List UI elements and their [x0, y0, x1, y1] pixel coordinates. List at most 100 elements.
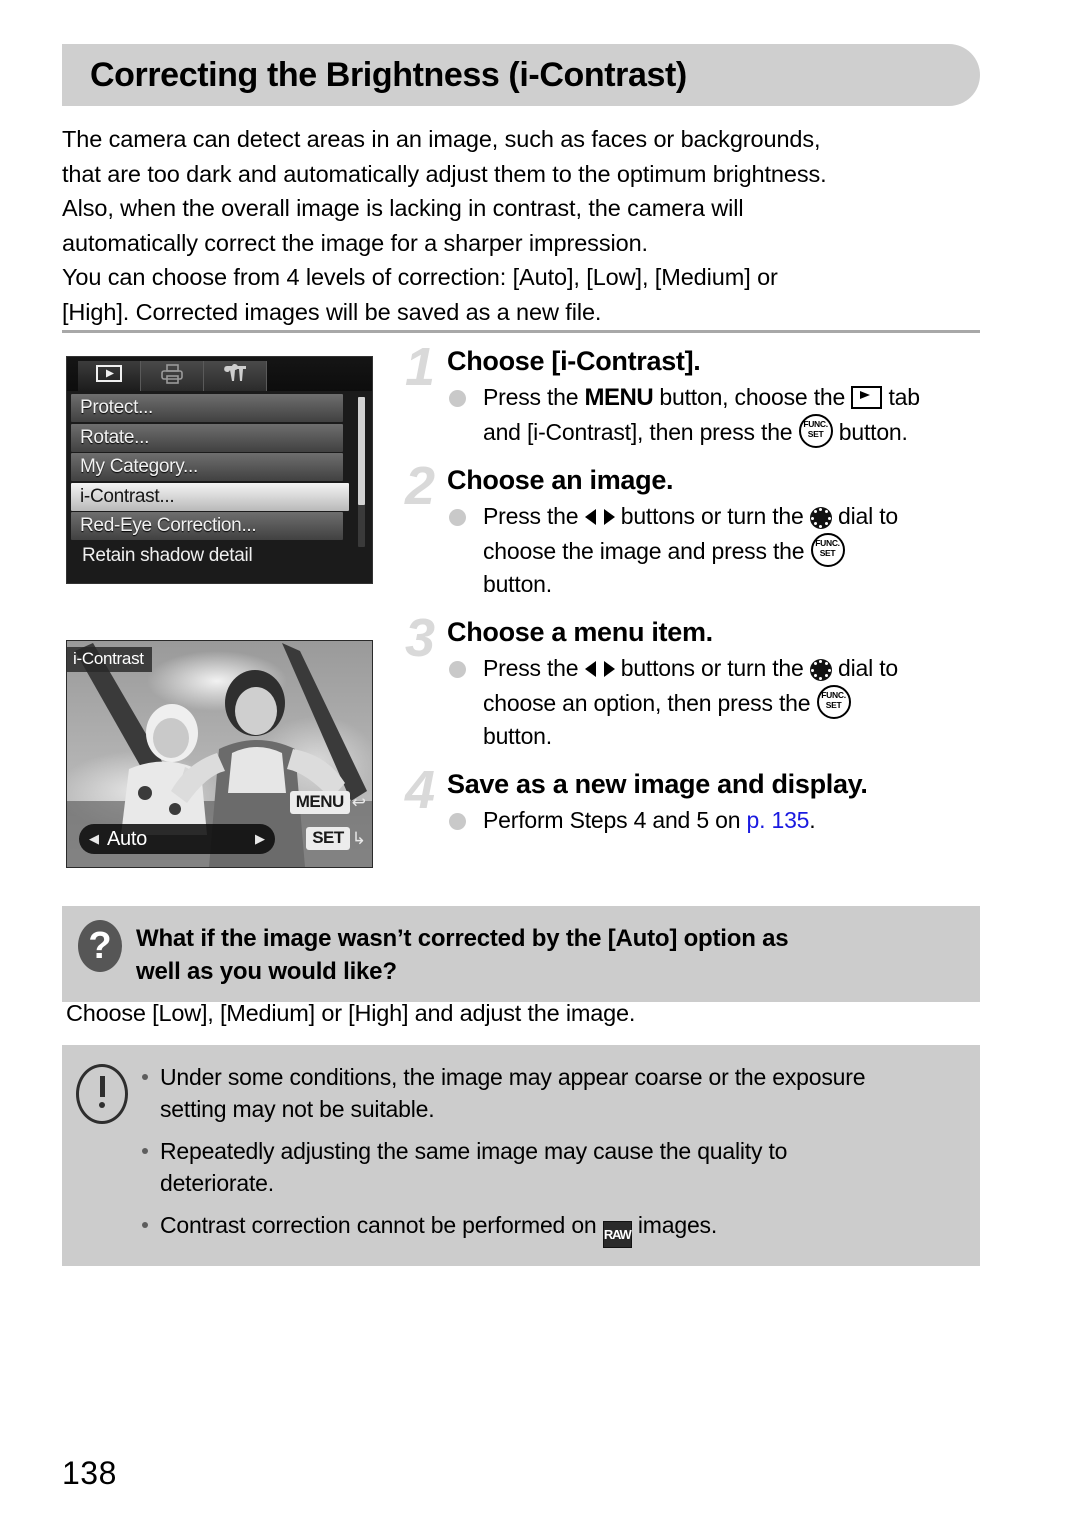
menu-item-label: Red-Eye Correction...	[80, 515, 257, 536]
caution-text-line-1: Repeatedly adjusting the same image may …	[160, 1138, 788, 1164]
caution-item: Under some conditions, the image may app…	[140, 1061, 962, 1125]
step-number: 3	[405, 608, 436, 668]
menu-scrollbar-thumb[interactable]	[358, 397, 365, 505]
printer-icon	[160, 363, 184, 389]
step-number: 2	[405, 456, 436, 516]
menu-key-label: MENU	[289, 791, 350, 814]
tip-title-line-1: What if the image wasn’t corrected by th…	[136, 925, 789, 952]
caution-text-line-2: images.	[631, 1212, 718, 1238]
left-right-buttons-icon	[584, 659, 615, 679]
menu-item-i-contrast[interactable]: i-Contrast...	[71, 482, 349, 511]
intro-line-3: Also, when the overall image is lacking …	[62, 195, 744, 221]
intro-line-4: automatically correct the image for a sh…	[62, 229, 648, 256]
intro-line-2: that are too dark and automatically adju…	[62, 160, 827, 187]
menu-item-rotate[interactable]: Rotate...	[71, 423, 343, 452]
bullet-dot-icon	[142, 1148, 148, 1154]
step-text-part: and [i-Contrast], then press the	[483, 419, 799, 445]
raw-format-icon: RAW	[602, 1221, 632, 1248]
func-set-button-icon: FUNC. SET	[798, 414, 833, 448]
page-reference-link[interactable]: p. 135	[747, 807, 810, 833]
menu-item-label: Protect...	[80, 397, 154, 418]
step-text-part: button.	[483, 571, 552, 597]
step-bullet: Perform Steps 4 and 5 on p. 135.	[447, 804, 985, 837]
menu-item-retain-shadow-detail[interactable]: Retain shadow detail	[71, 545, 372, 567]
question-mark-icon: ?	[78, 920, 122, 972]
func-set-button-icon: FUNC. SET	[810, 533, 845, 567]
step-1: 1 Choose [i-Contrast]. Press the MENU bu…	[405, 340, 985, 449]
menu-item-label: i-Contrast...	[80, 485, 175, 507]
intro-line-5: You can choose from 4 levels of correcti…	[62, 264, 778, 290]
caution-callout-box: Under some conditions, the image may app…	[62, 1045, 980, 1266]
bullet-dot-icon	[449, 661, 466, 678]
menu-item-label: My Category...	[80, 456, 198, 477]
step-text-part: tab	[882, 384, 920, 410]
back-arrow-icon: ↩	[351, 792, 366, 812]
caution-text-line-1: Under some conditions, the image may app…	[160, 1064, 866, 1090]
step-text-part: dial to	[831, 655, 898, 681]
bullet-dot-icon	[449, 813, 466, 830]
intro-line-6: [High]. Corrected images will be saved a…	[62, 298, 602, 325]
menu-key-hint: MENU ↩	[289, 791, 366, 814]
set-key-label: SET	[306, 827, 350, 850]
wrench-hammer-icon	[222, 363, 248, 389]
step-heading: Choose an image.	[447, 465, 674, 495]
page-title-banner: Correcting the Brightness (i-Contrast)	[62, 44, 980, 106]
tip-title: What if the image wasn’t corrected by th…	[136, 920, 789, 988]
page-title: Correcting the Brightness (i-Contrast)	[90, 55, 687, 94]
step-text-part: buttons or turn the	[614, 655, 810, 681]
caution-list: Under some conditions, the image may app…	[140, 1061, 962, 1248]
left-right-buttons-icon	[584, 507, 615, 527]
step-text-part: button.	[832, 419, 908, 445]
tip-answer: Choose [Low], [Medium] or [High] and adj…	[66, 1000, 636, 1026]
step-heading: Choose [i-Contrast].	[447, 346, 701, 376]
bullet-dot-icon	[142, 1074, 148, 1080]
settings-tab[interactable]	[204, 361, 267, 391]
i-contrast-badge: i-Contrast	[67, 647, 152, 672]
caution-text-line-1: Contrast correction cannot be performed …	[160, 1212, 603, 1238]
caution-text-line-2: deteriorate.	[160, 1170, 274, 1196]
control-dial-icon	[809, 507, 832, 529]
menu-scrollbar[interactable]	[358, 397, 365, 547]
option-selector-bar[interactable]: ◀ Auto ▶	[79, 824, 275, 854]
tip-callout-box: ? What if the image wasn’t corrected by …	[62, 906, 980, 1002]
playback-tab[interactable]	[78, 361, 141, 391]
menu-button-icon: MENU	[584, 384, 654, 411]
selected-option-value: Auto	[107, 827, 147, 850]
step-heading: Save as a new image and display.	[447, 769, 868, 799]
page-number: 138	[62, 1455, 117, 1491]
right-arrow-icon[interactable]: ▶	[255, 831, 265, 847]
intro-paragraphs: The camera can detect areas in an image,…	[62, 122, 982, 329]
print-tab[interactable]	[141, 361, 204, 391]
step-text-part: buttons or turn the	[614, 503, 810, 529]
step-text-part: choose the image and press the	[483, 538, 811, 564]
tip-title-line-2: well as you would like?	[136, 958, 397, 985]
caution-item: Repeatedly adjusting the same image may …	[140, 1135, 962, 1199]
set-key-hint: SET ↳	[306, 827, 366, 850]
step-text-part: Press the	[483, 655, 585, 681]
step-text-part: button.	[483, 723, 552, 749]
camera-menu-tabs	[67, 357, 372, 391]
camera-menu-list: Protect... Rotate... My Category... i-Co…	[67, 391, 372, 567]
control-dial-icon	[809, 659, 832, 681]
step-text-part: button, choose the	[653, 384, 852, 410]
bullet-dot-icon	[142, 1222, 148, 1228]
camera-menu-screenshot: Protect... Rotate... My Category... i-Co…	[66, 356, 373, 584]
menu-item-my-category[interactable]: My Category...	[71, 453, 343, 481]
menu-item-protect[interactable]: Protect...	[71, 394, 343, 422]
menu-item-red-eye-correction[interactable]: Red-Eye Correction...	[71, 512, 343, 540]
bullet-dot-icon	[449, 390, 466, 407]
step-bullet: Press the buttons or turn the dial to ch…	[447, 652, 985, 753]
caution-item: Contrast correction cannot be performed …	[140, 1209, 962, 1248]
left-arrow-icon[interactable]: ◀	[89, 831, 99, 847]
play-icon	[96, 365, 122, 387]
step-text-part: Press the	[483, 503, 585, 529]
step-2: 2 Choose an image. Press the buttons or …	[405, 459, 985, 601]
step-3: 3 Choose a menu item. Press the buttons …	[405, 611, 985, 753]
step-heading: Choose a menu item.	[447, 617, 713, 647]
step-bullet: Press the buttons or turn the dial to ch…	[447, 500, 985, 601]
step-text-part: choose an option, then press the	[483, 690, 817, 716]
step-text-part: Perform Steps 4 and 5 on	[483, 807, 747, 833]
step-number: 1	[405, 337, 436, 397]
step-4: 4 Save as a new image and display. Perfo…	[405, 763, 985, 837]
section-divider	[62, 330, 980, 333]
